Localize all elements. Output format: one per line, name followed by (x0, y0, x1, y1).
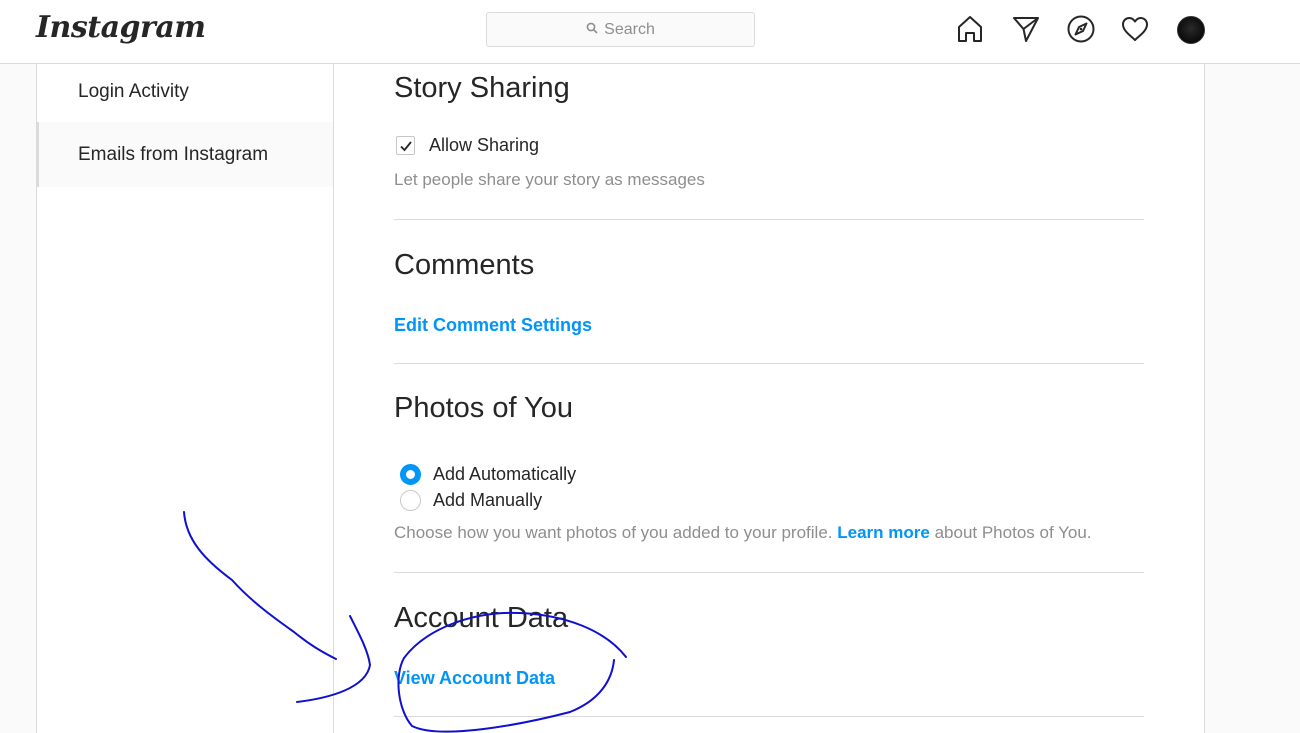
instagram-logo[interactable]: Instagram (36, 10, 206, 45)
allow-sharing-checkbox[interactable] (396, 136, 415, 155)
profile-avatar[interactable] (1177, 16, 1205, 44)
story-sharing-heading: Story Sharing (394, 72, 570, 104)
explore-icon[interactable] (1066, 14, 1096, 44)
sidebar-item-label: Emails from Instagram (78, 143, 269, 165)
sidebar-item-label: Login Activity (78, 80, 189, 102)
section-divider (394, 716, 1144, 717)
activity-heart-icon[interactable] (1120, 14, 1150, 44)
search-icon (586, 21, 598, 39)
top-navigation-bar: Instagram Search (0, 0, 1300, 64)
photos-of-you-heading: Photos of You (394, 392, 573, 424)
allow-sharing-checkbox-row[interactable]: Allow Sharing (396, 135, 539, 156)
add-automatically-label: Add Automatically (433, 464, 577, 484)
sidebar-item-login-activity[interactable]: Login Activity (37, 64, 333, 119)
section-divider (394, 363, 1144, 364)
edit-comment-settings-link[interactable]: Edit Comment Settings (394, 315, 592, 336)
section-divider (394, 219, 1144, 220)
photos-of-you-help: Choose how you want photos of you added … (394, 523, 1092, 543)
home-icon[interactable] (955, 14, 985, 44)
section-divider (394, 572, 1144, 573)
account-data-heading: Account Data (394, 602, 569, 634)
direct-message-icon[interactable] (1011, 14, 1041, 44)
view-account-data-link[interactable]: View Account Data (394, 668, 555, 689)
add-manually-label: Add Manually (433, 490, 543, 510)
photos-help-text: Choose how you want photos of you added … (394, 523, 833, 542)
search-placeholder: Search (604, 20, 655, 38)
settings-sidebar: Login Activity Emails from Instagram (36, 64, 334, 733)
story-sharing-help: Let people share your story as messages (394, 170, 705, 189)
sidebar-item-emails-from-instagram[interactable]: Emails from Instagram (37, 122, 333, 187)
settings-content: Story Sharing Allow Sharing Let people s… (334, 64, 1205, 733)
checkmark-icon (399, 140, 412, 151)
learn-more-link[interactable]: Learn more (837, 523, 930, 542)
add-manually-option[interactable]: Add Manually (400, 490, 542, 511)
add-automatically-option[interactable]: Add Automatically (400, 464, 576, 485)
add-manually-radio[interactable] (400, 490, 421, 511)
add-automatically-radio[interactable] (400, 464, 421, 485)
allow-sharing-label: Allow Sharing (429, 135, 540, 155)
search-input[interactable]: Search (486, 12, 755, 47)
comments-heading: Comments (394, 249, 535, 281)
photos-help-text-end: about Photos of You. (934, 523, 1092, 542)
